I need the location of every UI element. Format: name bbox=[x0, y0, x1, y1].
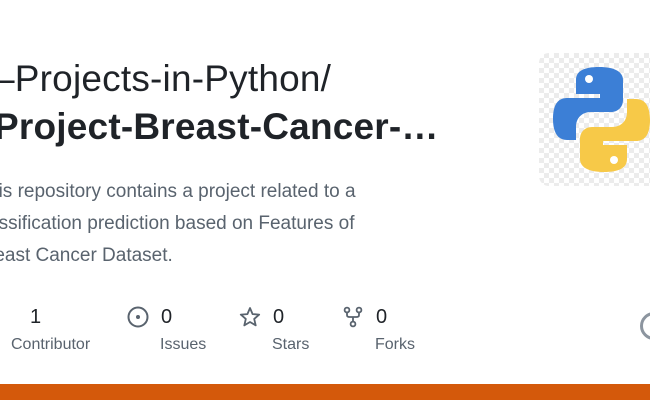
forks-label: Forks bbox=[375, 336, 415, 353]
repo-description: his repository contains a project relate… bbox=[0, 176, 448, 272]
repo-social-card: –Projects-in-Python/ Project-Breast-Canc… bbox=[0, 0, 650, 400]
stat-issues[interactable]: 0 Issues bbox=[127, 302, 206, 354]
stars-label: Stars bbox=[272, 336, 310, 353]
repo-name[interactable]: Project-Breast-Cancer-… bbox=[0, 106, 439, 148]
stars-count: 0 bbox=[273, 305, 285, 328]
star-icon bbox=[239, 306, 261, 328]
stat-stars[interactable]: 0 Stars bbox=[239, 302, 309, 354]
repo-owner[interactable]: –Projects-in-Python/ bbox=[0, 58, 331, 100]
github-avatar-icon bbox=[640, 312, 650, 340]
contributors-count: 1 bbox=[30, 305, 42, 328]
forks-count: 0 bbox=[376, 305, 388, 328]
python-logo bbox=[539, 53, 650, 186]
contributors-label: Contributor bbox=[11, 336, 91, 353]
python-logo-icon bbox=[553, 67, 650, 172]
people-icon bbox=[0, 306, 18, 328]
stat-contributors[interactable]: 1 Contributor bbox=[0, 302, 90, 354]
repo-description-line: reast Cancer Dataset. bbox=[0, 245, 173, 266]
repo-description-line: his repository contains a project relate… bbox=[0, 181, 356, 202]
issues-label: Issues bbox=[160, 336, 207, 353]
repo-description-line: assification prediction based on Feature… bbox=[0, 213, 355, 234]
language-color-bar bbox=[0, 384, 650, 400]
issues-count: 0 bbox=[161, 305, 173, 328]
issue-opened-icon bbox=[127, 306, 149, 328]
fork-icon bbox=[342, 306, 364, 328]
stat-forks[interactable]: 0 Forks bbox=[342, 302, 415, 354]
